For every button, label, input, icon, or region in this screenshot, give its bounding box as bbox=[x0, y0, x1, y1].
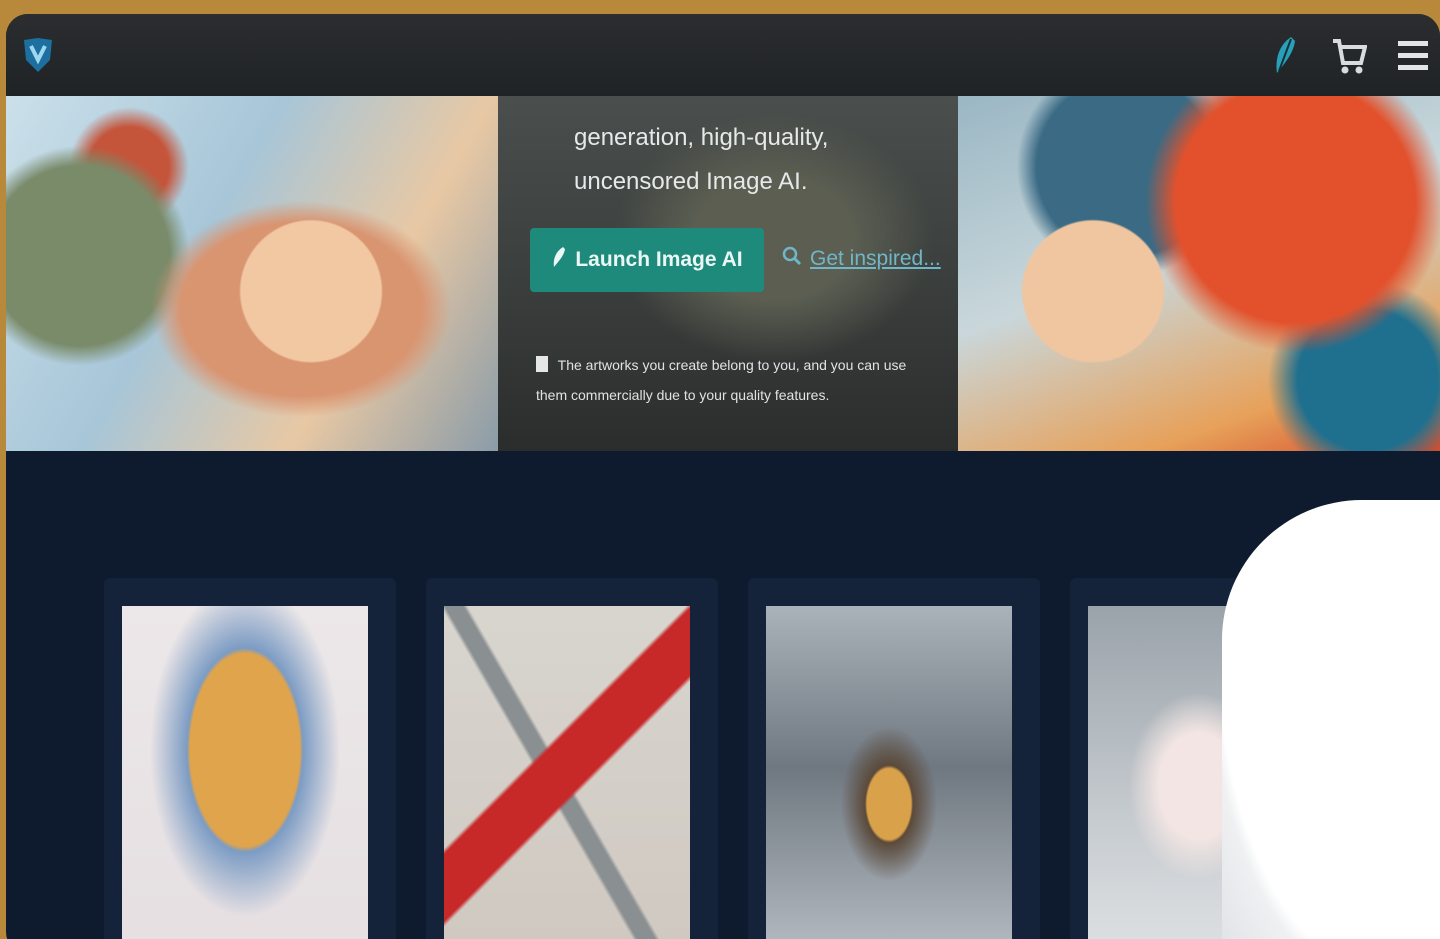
gallery-card[interactable] bbox=[748, 578, 1040, 939]
artwork-image[interactable] bbox=[444, 606, 690, 939]
hero-image-right bbox=[958, 96, 1440, 451]
top-bar bbox=[6, 14, 1440, 96]
get-inspired-link[interactable]: Get inspired... bbox=[782, 246, 941, 272]
ownership-note: The artworks you create belong to you, a… bbox=[536, 350, 936, 410]
presenter-overlay bbox=[1222, 500, 1440, 939]
menu-icon[interactable] bbox=[1392, 32, 1434, 78]
launch-image-ai-button[interactable]: Launch Image AI bbox=[530, 228, 764, 292]
hero-tagline-line2: uncensored Image AI. bbox=[574, 168, 808, 195]
shield-logo-icon[interactable] bbox=[20, 36, 56, 74]
hero-tagline: generation, high-quality, uncensored Ima… bbox=[574, 116, 894, 204]
inspire-link-label: Get inspired... bbox=[810, 247, 941, 270]
artwork-image[interactable] bbox=[122, 606, 368, 939]
search-icon bbox=[782, 246, 802, 272]
feather-icon[interactable] bbox=[1264, 32, 1306, 78]
note-line2: them commercially due to your quality fe… bbox=[536, 387, 830, 403]
gallery-card[interactable] bbox=[426, 578, 718, 939]
feather-icon bbox=[551, 246, 567, 274]
top-actions bbox=[1264, 32, 1434, 78]
note-line1: The artworks you create belong to you, a… bbox=[557, 357, 907, 373]
gallery-card[interactable] bbox=[104, 578, 396, 939]
artwork-image[interactable] bbox=[766, 606, 1012, 939]
cart-icon[interactable] bbox=[1328, 32, 1370, 78]
document-icon bbox=[536, 356, 548, 372]
hero-tagline-line1: generation, high-quality, bbox=[574, 124, 829, 151]
launch-button-label: Launch Image AI bbox=[575, 248, 743, 271]
hero-image-left bbox=[6, 96, 498, 451]
